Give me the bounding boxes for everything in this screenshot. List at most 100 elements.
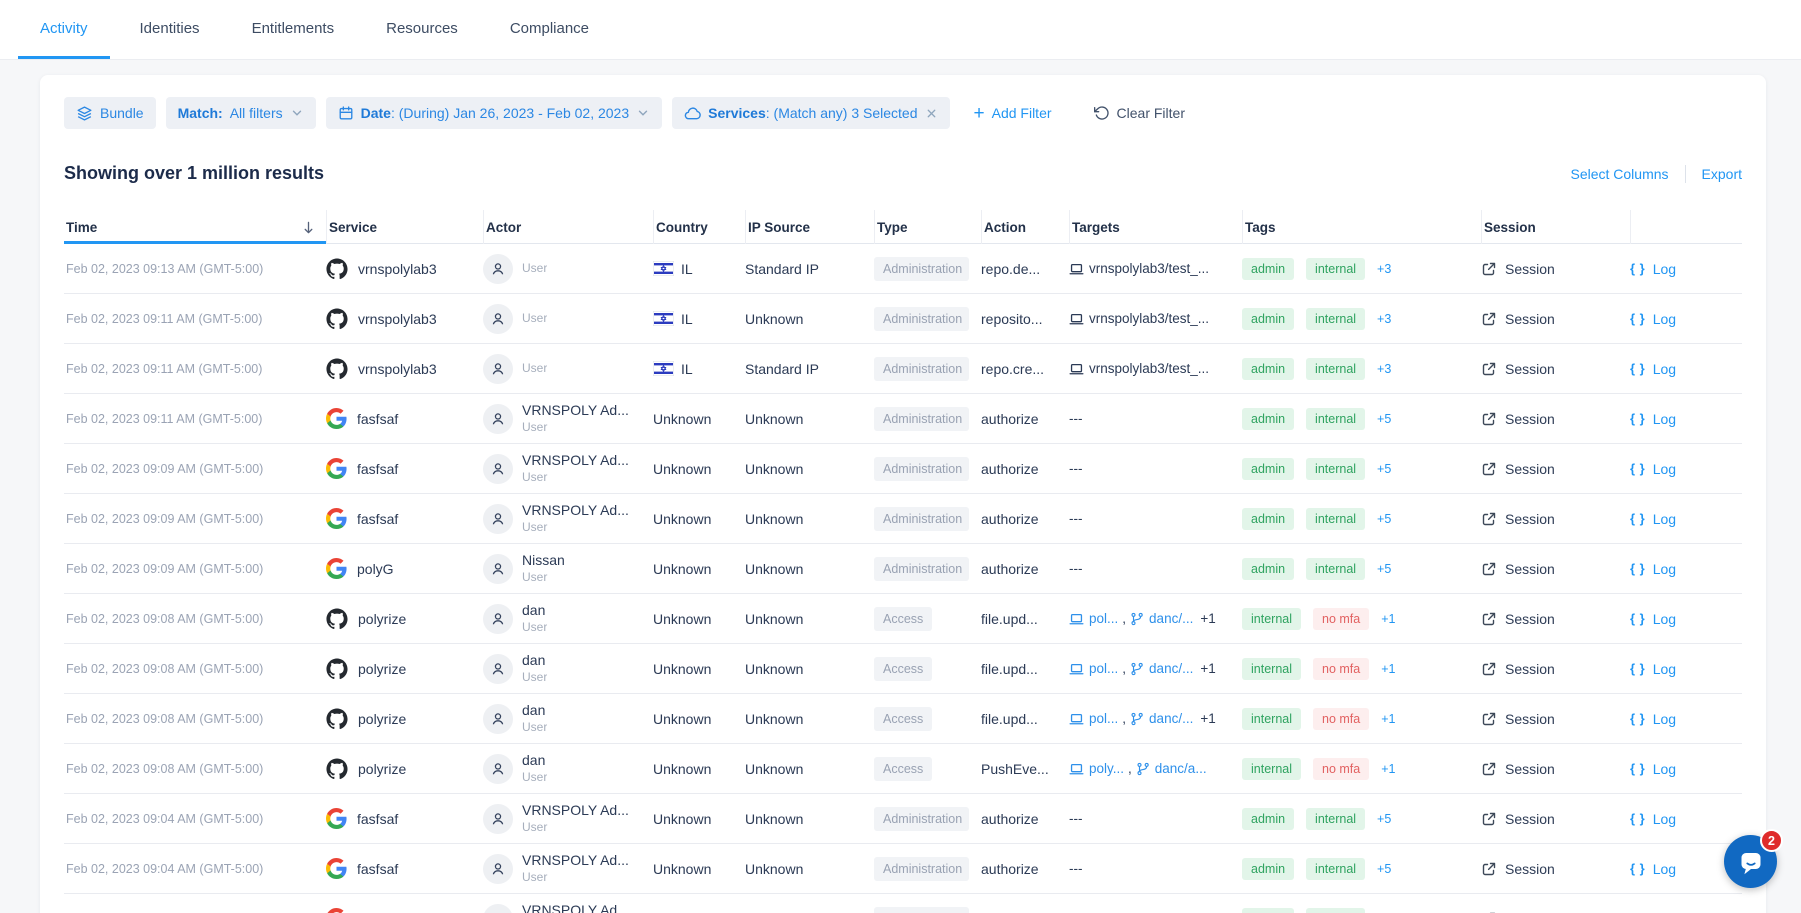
tags-more-count[interactable]: +5 (1377, 862, 1391, 876)
cell-type: Administration (874, 556, 981, 581)
column-header-ip-source[interactable]: IP Source (745, 210, 874, 244)
clear-filter-button[interactable]: Clear Filter (1093, 105, 1185, 121)
log-link[interactable]: { } Log (1630, 261, 1733, 277)
service-name: polyrize (358, 610, 407, 627)
log-link[interactable]: { } Log (1630, 711, 1733, 727)
session-link[interactable]: Session (1481, 661, 1630, 677)
cell-actor: VRNSPOLY Ad...User (483, 502, 653, 535)
close-icon[interactable] (925, 107, 938, 120)
tags-more-count[interactable]: +5 (1377, 562, 1391, 576)
actor-role: User (522, 719, 548, 734)
tags-more-count[interactable]: +1 (1381, 762, 1395, 776)
match-filter-chip[interactable]: Match: All filters (165, 97, 316, 129)
date-filter-chip[interactable]: Date: (During) Jan 26, 2023 - Feb 02, 20… (325, 97, 663, 129)
column-header-session[interactable]: Session (1481, 210, 1630, 244)
tab-entitlements[interactable]: Entitlements (230, 0, 357, 59)
tags-more-count[interactable]: +5 (1377, 412, 1391, 426)
targets-more-count[interactable]: +1 (1200, 611, 1215, 626)
session-link[interactable]: Session (1481, 561, 1630, 577)
target-branch-link[interactable]: danc/... (1130, 661, 1193, 676)
israel-flag (653, 261, 674, 276)
target-branch-link[interactable]: danc/a... (1136, 761, 1207, 776)
services-filter-chip[interactable]: Services: (Match any) 3 Selected (672, 97, 950, 129)
cell-actor: User (483, 303, 653, 334)
log-link[interactable]: { } Log (1630, 611, 1733, 627)
session-link[interactable]: Session (1481, 861, 1630, 877)
log-label: Log (1652, 260, 1677, 277)
session-link[interactable]: Session (1481, 761, 1630, 777)
target-resource-link[interactable]: pol... (1069, 711, 1118, 726)
log-link[interactable]: { } Log (1630, 511, 1733, 527)
targets-more-count[interactable]: +1 (1200, 661, 1215, 676)
session-link[interactable]: Session (1481, 511, 1630, 527)
tag-badge-no-mfa: no mfa (1313, 707, 1370, 730)
target-branch-link[interactable]: danc/... (1130, 711, 1193, 726)
session-link[interactable]: Session (1481, 611, 1630, 627)
target-resource-link: vrnspolylab3/test_... (1069, 261, 1209, 276)
session-link[interactable]: Session (1481, 261, 1630, 277)
session-link[interactable]: Session (1481, 311, 1630, 327)
add-filter-button[interactable]: + Add Filter (974, 104, 1052, 123)
google-icon (326, 858, 347, 879)
cell-time: Feb 02, 2023 09:08 AM (GMT-5:00) (66, 661, 264, 676)
table-row: Feb 02, 2023 09:11 AM (GMT-5:00) vrnspol… (64, 294, 1742, 344)
service-name: vrnspolylab3 (358, 260, 437, 277)
log-link[interactable]: { } Log (1630, 811, 1733, 827)
log-link[interactable]: { } Log (1630, 561, 1733, 577)
session-link[interactable]: Session (1481, 461, 1630, 477)
session-link[interactable]: Session (1481, 711, 1630, 727)
tab-resources[interactable]: Resources (364, 0, 480, 59)
target-branch-link[interactable]: danc/... (1130, 611, 1193, 626)
session-label: Session (1505, 410, 1555, 427)
column-header-tags[interactable]: Tags (1242, 210, 1481, 244)
target-resource-link[interactable]: pol... (1069, 611, 1118, 626)
export-link[interactable]: Export (1702, 166, 1742, 182)
bundle-button[interactable]: Bundle (64, 97, 156, 129)
table-row: Feb 02, 2023 09:08 AM (GMT-5:00) polyriz… (64, 644, 1742, 694)
log-link[interactable]: { } Log (1630, 361, 1733, 377)
cell-action: authorize (981, 460, 1039, 477)
session-link[interactable]: Session (1481, 411, 1630, 427)
cell-actor: dan User (483, 702, 653, 735)
cell-actor: User (483, 253, 653, 284)
tags-more-count[interactable]: +5 (1377, 812, 1391, 826)
log-link[interactable]: { } Log (1630, 661, 1733, 677)
country-code: IL (681, 260, 693, 277)
select-columns-link[interactable]: Select Columns (1570, 166, 1668, 182)
chat-launcher[interactable]: 2 (1724, 829, 1783, 888)
person-icon (492, 412, 504, 424)
tags-more-count[interactable]: +1 (1381, 712, 1395, 726)
target-resource-link[interactable]: poly... (1069, 761, 1124, 776)
session-label: Session (1505, 560, 1555, 577)
session-link[interactable]: Session (1481, 361, 1630, 377)
tags-more-count[interactable]: +5 (1377, 512, 1391, 526)
column-header-action[interactable]: Action (981, 210, 1069, 244)
log-link[interactable]: { } Log (1630, 311, 1733, 327)
log-link[interactable]: { } Log (1630, 761, 1733, 777)
column-header-time[interactable]: Time (64, 210, 326, 244)
log-link[interactable]: { } Log (1630, 861, 1733, 877)
tab-activity[interactable]: Activity (18, 0, 110, 59)
tab-identities[interactable]: Identities (118, 0, 222, 59)
column-header-service[interactable]: Service (326, 210, 483, 244)
column-header-actor[interactable]: Actor (483, 210, 653, 244)
tags-more-count[interactable]: +1 (1381, 662, 1395, 676)
target-resource-link[interactable]: pol... (1069, 661, 1118, 676)
tags-more-count[interactable]: +3 (1377, 262, 1391, 276)
log-link[interactable]: { } Log (1630, 461, 1733, 477)
column-header-targets[interactable]: Targets (1069, 210, 1242, 244)
tags-more-count[interactable]: +1 (1381, 612, 1395, 626)
tags-more-count[interactable]: +3 (1377, 312, 1391, 326)
targets-more-count[interactable]: +1 (1200, 711, 1215, 726)
tab-compliance[interactable]: Compliance (488, 0, 611, 59)
tags-more-count[interactable]: +3 (1377, 362, 1391, 376)
tag-badge-internal: internal (1306, 457, 1366, 480)
column-header-type[interactable]: Type (874, 210, 981, 244)
session-link[interactable]: Session (1481, 811, 1630, 827)
cell-ip-source: Unknown (745, 710, 804, 727)
column-header-country[interactable]: Country (653, 210, 745, 244)
log-link[interactable]: { } Log (1630, 411, 1733, 427)
table-header: Time Service Actor Country IP Source Typ… (64, 210, 1742, 244)
cell-service: vrnspolylab3 (326, 257, 483, 280)
tags-more-count[interactable]: +5 (1377, 462, 1391, 476)
